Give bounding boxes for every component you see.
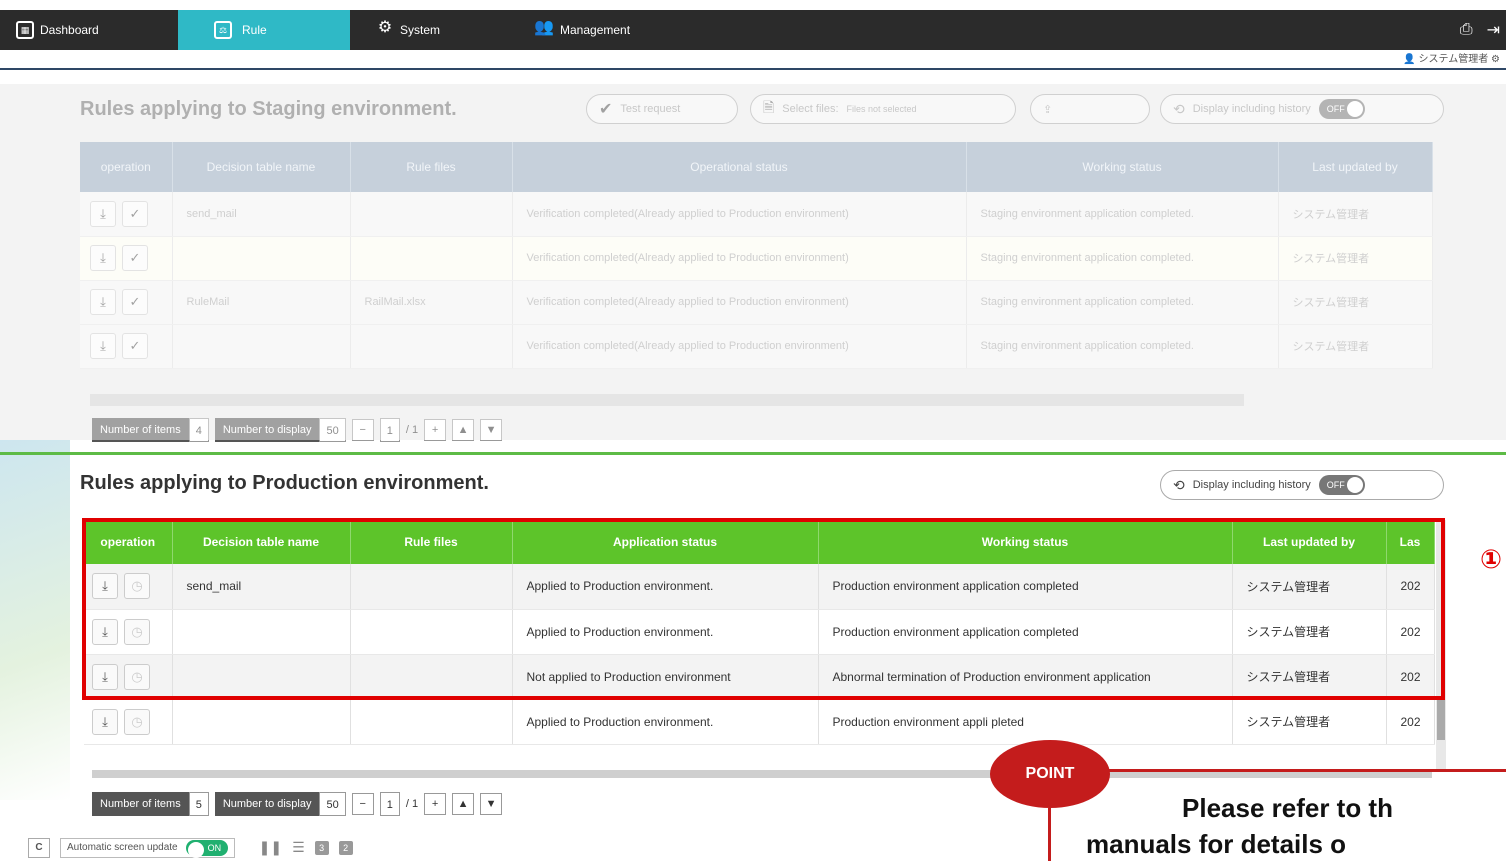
list-view-icon[interactable]: ☰ [292, 839, 305, 856]
production-history-toggle[interactable]: ⟲ Display including history OFF [1160, 470, 1444, 500]
tab-rule[interactable]: ⚖ Rule [178, 10, 350, 50]
point-line [1100, 769, 1506, 772]
callout-marker: ① [1480, 544, 1503, 574]
staging-section: Rules applying to Staging environment. ✔… [0, 84, 1506, 442]
view-2-icon[interactable]: 2 [338, 840, 353, 855]
items-count: 5 [188, 792, 209, 816]
history-icon[interactable]: ◷ [124, 708, 150, 735]
page-input[interactable]: 1 [379, 792, 400, 816]
tab-label: Dashboard [40, 23, 99, 37]
logout-icon[interactable]: ⇥ [1487, 20, 1500, 40]
tab-label: Management [560, 23, 631, 37]
production-pager: Number of items 5 Number to display 50 −… [92, 792, 503, 816]
toggle-switch[interactable]: ON [185, 839, 228, 858]
user-bar: 👤 システム管理者 ⚙ [0, 50, 1506, 70]
scroll-down-button[interactable]: ▼ [480, 793, 503, 815]
user-name[interactable]: システム管理者 [1419, 54, 1489, 65]
refresh-button[interactable]: C [28, 837, 50, 858]
dashboard-icon: ▦ [16, 21, 34, 39]
history-icon: ⟲ [1173, 476, 1185, 493]
display-count[interactable]: 50 [319, 792, 346, 816]
print-icon[interactable]: ⎙ [1460, 21, 1473, 39]
decorative-background [0, 440, 70, 800]
auto-update-toggle[interactable]: Automatic screen update ON [60, 837, 235, 858]
users-icon: 👥 [534, 19, 554, 36]
view-3-icon[interactable]: 3 [314, 840, 329, 855]
download-icon[interactable]: ⤓ [92, 708, 118, 735]
tab-management[interactable]: 👥 Management [530, 10, 730, 50]
toggle-switch[interactable]: OFF [1318, 475, 1365, 495]
user-icon: 👤 [1403, 54, 1416, 65]
scale-icon: ⚖ [214, 21, 232, 39]
gear-icon[interactable]: ⚙ [1491, 54, 1500, 65]
highlight-box [82, 518, 1445, 700]
prev-page-button[interactable]: − [351, 793, 374, 815]
tab-label: System [400, 23, 441, 37]
tab-dashboard[interactable]: ▦ Dashboard [0, 10, 178, 50]
top-navigation: ▦ Dashboard ⚖ Rule ⚙ System 👥 Management… [0, 10, 1506, 50]
tab-label: Rule [242, 23, 267, 37]
next-page-button[interactable]: + [424, 793, 447, 815]
bottom-toolbar: C Automatic screen update ON ❚❚ ☰ 3 2 [0, 834, 1506, 861]
gears-icon: ⚙ [377, 19, 393, 36]
tab-system[interactable]: ⚙ System [350, 10, 530, 50]
section-divider [0, 452, 1506, 455]
production-title: Rules applying to Production environment… [80, 472, 489, 494]
staging-overlay [0, 84, 1506, 440]
pause-icon[interactable]: ❚❚ [259, 839, 282, 856]
scroll-up-button[interactable]: ▲ [452, 793, 475, 815]
table-row[interactable]: ⤓ ◷ Applied to Production environment. Pr… [84, 699, 1435, 745]
